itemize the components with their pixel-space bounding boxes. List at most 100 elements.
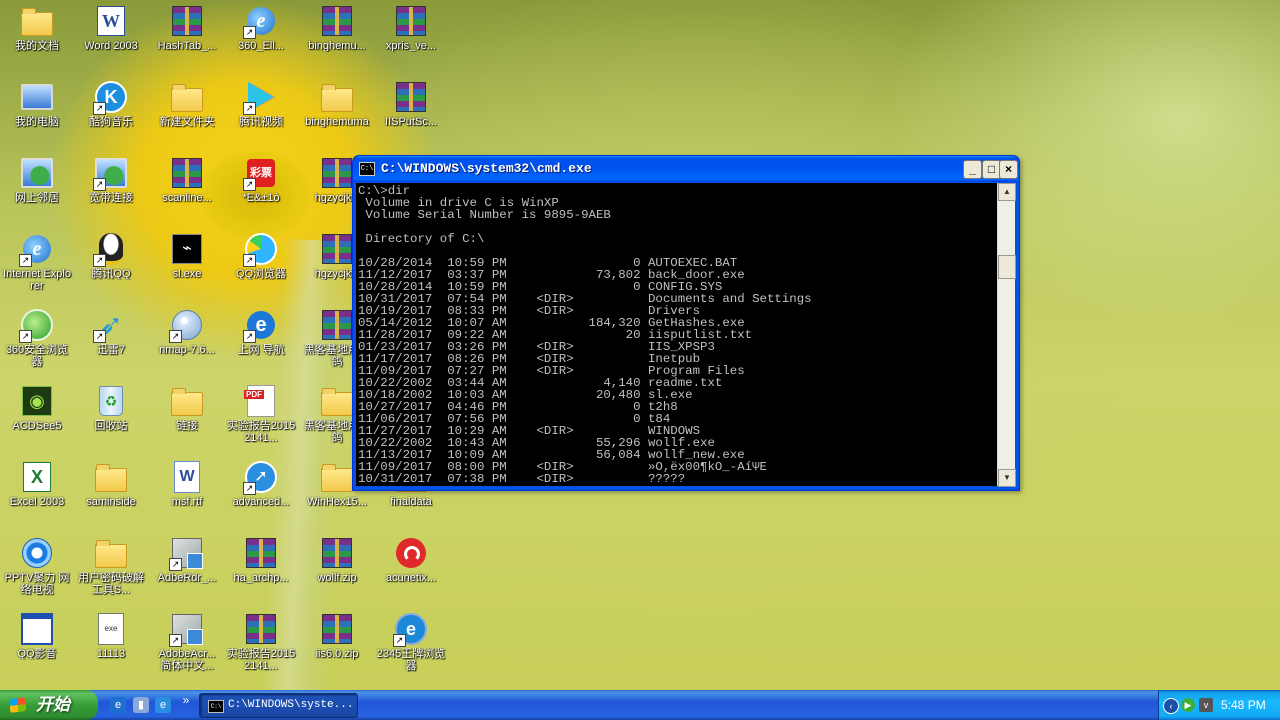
desktop-icon[interactable]: ♻ 回收站 [74, 382, 148, 432]
desktop-icon[interactable]: 腾讯视频 [224, 78, 298, 128]
scroll-up-arrow-icon[interactable]: ▲ [998, 183, 1016, 201]
desktop-icon[interactable]: binghemuma [300, 78, 374, 128]
quick-launch-browser-icon[interactable]: e [155, 697, 171, 713]
rocket-icon-glyph: ➚ [245, 461, 277, 493]
desktop-icon[interactable]: wollf.zip [300, 534, 374, 584]
taskbar-button-cmd[interactable]: C:\ C:\WINDOWS\syste... [199, 693, 358, 718]
ie-icon-glyph: e [247, 7, 275, 35]
console-output-area[interactable]: C:\>dir Volume in drive C is WinXP Volum… [356, 183, 1000, 486]
tray-player-icon[interactable]: ▶ [1181, 698, 1195, 712]
start-button[interactable]: 开始 [0, 690, 98, 720]
desktop-icon[interactable]: 实验报告20152141... [224, 610, 298, 672]
close-button[interactable]: × [999, 160, 1018, 179]
qq-icon [93, 233, 127, 267]
desktop-icon[interactable]: 360安全浏览器 [0, 306, 74, 368]
desktop-icon-label: msf.rtf [171, 496, 203, 508]
lottery-icon: 彩票 [243, 157, 277, 191]
scroll-down-arrow-icon[interactable]: ▼ [998, 469, 1016, 487]
desktop-icon[interactable]: ha_archp... [224, 534, 298, 584]
winrar-archive-icon [171, 157, 203, 189]
winrar-archive-icon [395, 81, 427, 113]
desktop-icon[interactable]: 网上邻居 [0, 154, 74, 204]
desktop-icon[interactable]: 腾讯QQ [74, 230, 148, 280]
desktop-icon[interactable]: 用户密码破解工具S... [74, 534, 148, 596]
minimize-button[interactable]: _ [963, 160, 982, 179]
desktop-icon[interactable]: ⌁ sl.exe [150, 230, 224, 280]
desktop-icon[interactable]: 彩票 *E&±1ò [224, 154, 298, 204]
taskbar-clock[interactable]: 5:48 PM [1221, 690, 1266, 720]
rocket-icon: ➚ [243, 461, 277, 495]
desktop-icon-label: QQ浏览器 [235, 268, 287, 280]
desktop-icon[interactable]: exe 11113 [74, 610, 148, 660]
desktop-icon[interactable]: e Internet Explorer [0, 230, 74, 292]
desktop-icon[interactable]: QQ影音 [0, 610, 74, 660]
desktop-icon[interactable]: AdobeAcr... 简体中文... [150, 610, 224, 672]
desktop-icon-label: AdbeRdr_... [157, 572, 217, 584]
acdsee-icon: ◉ [21, 385, 53, 417]
network-icon [21, 157, 53, 189]
desktop-icon[interactable]: HashTab_... [150, 2, 224, 52]
desktop-icon[interactable]: X Excel 2003 [0, 458, 74, 508]
desktop-icon[interactable]: 我的文档 [0, 2, 74, 52]
desktop-icon[interactable]: saminside [74, 458, 148, 508]
kugou-icon: K [93, 81, 127, 115]
folder-icon [321, 81, 353, 113]
scrollbar-thumb[interactable] [998, 255, 1016, 279]
desktop-icon[interactable]: e 2345王牌浏览器 [374, 610, 448, 672]
tray-vm-icon[interactable]: v [1199, 698, 1213, 712]
batch-file-icon: exe [95, 613, 127, 645]
desktop-icon[interactable]: nmap-7.6... [150, 306, 224, 356]
winrar-archive-icon [321, 613, 353, 645]
desktop-icon[interactable]: xpris_ve... [374, 2, 448, 52]
quick-launch-ie-icon[interactable]: e [110, 697, 126, 713]
desktop-icon[interactable]: W Word 2003 [74, 2, 148, 52]
desktop-icon[interactable]: K 酷狗音乐 [74, 78, 148, 128]
desktop-icon[interactable]: ➶ 迅雷7 [74, 306, 148, 356]
desktop-icon[interactable]: IISPutSc... [374, 78, 448, 128]
word-icon-glyph: W [97, 6, 125, 36]
desktop-icon[interactable]: 链接 [150, 382, 224, 432]
desktop-icon[interactable]: 新建文件夹 [150, 78, 224, 128]
desktop-icon[interactable]: e 360_Ell... [224, 2, 298, 52]
desktop-icon[interactable]: 实验报告20152141... [224, 382, 298, 444]
desktop-icon-label: finaldata [390, 496, 432, 508]
desktop-icon[interactable]: QQ浏览器 [224, 230, 298, 280]
quick-launch-media-icon[interactable]: ▮ [133, 697, 149, 713]
desktop-icon-label: saminside [86, 496, 136, 508]
desktop-icon[interactable]: e 上网 导航 [224, 306, 298, 356]
desktop-icon[interactable]: binghemu... [300, 2, 374, 52]
setup-icon-glyph [172, 614, 203, 645]
desktop-icon-label: iis6.0.zip [315, 648, 359, 660]
desktop-icon[interactable]: scanline... [150, 154, 224, 204]
winrar-archive-icon-glyph [322, 158, 352, 188]
tray-expand-icon[interactable]: ‹ [1163, 698, 1179, 714]
cmd-window-icon[interactable]: C:\ [359, 162, 375, 176]
desktop-icon-label: acunetix... [385, 572, 437, 584]
desktop-icon[interactable]: acunetix... [374, 534, 448, 584]
desktop-icon[interactable]: ◉ ACDSee5 [0, 382, 74, 432]
desktop-icon[interactable]: AdbeRdr_... [150, 534, 224, 584]
desktop-icon-label: 迅雷7 [96, 344, 126, 356]
desktop-icon[interactable]: 宽带连接 [74, 154, 148, 204]
quick-launch-more-icon[interactable]: » [178, 692, 194, 708]
vertical-scrollbar[interactable]: ▲ ▼ [997, 183, 1016, 487]
ie-icon-glyph: e [23, 235, 51, 263]
cmd-window[interactable]: C:\ C:\WINDOWS\system32\cmd.exe _ □ × C:… [352, 155, 1020, 491]
desktop-icon[interactable]: 我的电脑 [0, 78, 74, 128]
my-computer-icon-glyph [21, 84, 53, 110]
winrar-archive-icon-glyph [396, 6, 426, 36]
desktop-icon[interactable]: PPTV聚力 网络电视 [0, 534, 74, 596]
desktop-icon[interactable]: ➚ advanced... [224, 458, 298, 508]
pptv-icon [21, 537, 53, 569]
setup-icon [169, 537, 203, 571]
word-icon: W [95, 5, 127, 37]
desktop-icon[interactable]: Wmsf.rtf [150, 458, 224, 508]
winrar-archive-icon [321, 233, 353, 265]
tencent-video-icon [243, 81, 277, 115]
my-documents-icon-glyph [21, 8, 53, 36]
desktop-icon[interactable]: iis6.0.zip [300, 610, 374, 660]
desktop-icon-label: 新建文件夹 [159, 116, 215, 128]
desktop-icon-label: 宽带连接 [89, 192, 133, 204]
lottery-icon-glyph: 彩票 [247, 159, 275, 187]
cmd-title-bar[interactable]: C:\ C:\WINDOWS\system32\cmd.exe _ □ × [353, 156, 1019, 182]
